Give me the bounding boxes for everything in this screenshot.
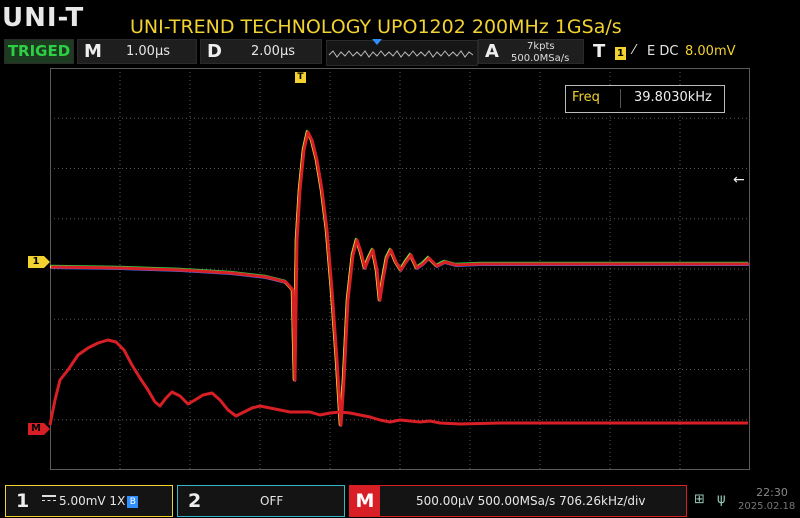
bottom-bar: 1 5.00mV 1X B 2 OFF M 500.00µV 500.00MSa/… (0, 484, 800, 518)
clock-date: 2025.02.18 (738, 501, 796, 512)
math-settings[interactable]: M 500.00µV 500.00MSa/s 706.26kHz/div (349, 485, 687, 517)
bandwidth-limit-badge: B (127, 496, 139, 508)
ch1-trace-yellow (49, 130, 748, 427)
math-info: 500.00µV 500.00MSa/s 706.26kHz/div (416, 494, 646, 508)
ch1-offset-marker[interactable]: 1 (28, 256, 50, 268)
math-offset-marker[interactable]: M (28, 423, 50, 435)
ch1-scale: 5.00mV 1X B (42, 494, 139, 508)
ch2-state: OFF (260, 494, 284, 508)
ch1-number: 1 (16, 490, 30, 512)
ch2-number: 2 (188, 490, 202, 512)
ch1-trace-red (50, 130, 749, 427)
trigger-position-marker[interactable]: T (295, 72, 306, 83)
freq-divider (620, 89, 621, 108)
usb-icon: ψ (717, 492, 726, 507)
freq-label: Freq (572, 90, 600, 105)
frequency-measurement[interactable]: Freq 39.8030kHz (565, 85, 725, 113)
ch1-settings[interactable]: 1 5.00mV 1X B (5, 485, 173, 517)
math-fft-trace (48, 338, 748, 426)
waveform-canvas (48, 68, 750, 470)
dc-coupling-icon (42, 495, 56, 503)
ch2-settings[interactable]: 2 OFF (177, 485, 345, 517)
network-icon: ⊞ (694, 492, 705, 507)
clock-time: 22:30 (756, 486, 788, 499)
freq-value: 39.8030kHz (634, 90, 712, 105)
trigger-level-arrow-icon[interactable]: ← (733, 172, 745, 188)
status-icons: ⊞ ψ (694, 492, 726, 507)
math-key: M (350, 486, 380, 516)
ch1-trace-persist-green (49, 129, 748, 426)
